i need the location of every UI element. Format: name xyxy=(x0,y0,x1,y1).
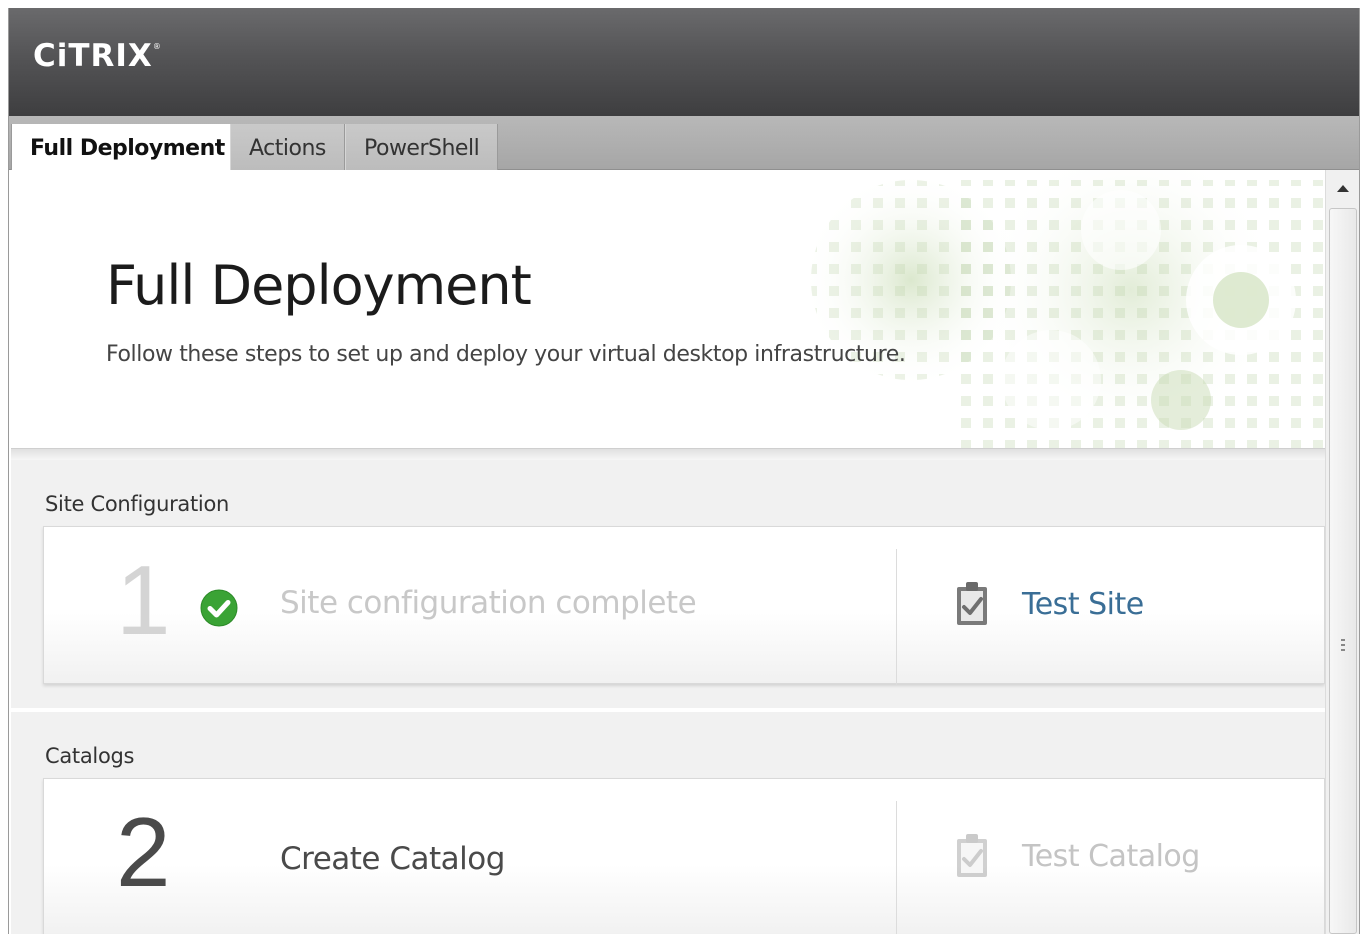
grip-icon xyxy=(1341,639,1345,651)
decorative-background-graphic xyxy=(801,170,1325,450)
step-number-2: 2 xyxy=(116,797,171,907)
clipboard-check-icon[interactable] xyxy=(954,581,990,627)
site-configuration-section: Site Configuration 1 Site configuration … xyxy=(11,460,1325,708)
citrix-logo: CiTRIX® xyxy=(33,38,162,74)
tab-powershell[interactable]: PowerShell xyxy=(345,124,499,170)
arrow-up-icon[interactable] xyxy=(1334,180,1352,196)
title-bar: CiTRIX® xyxy=(9,8,1359,116)
logo-registered-mark: ® xyxy=(152,42,162,51)
test-site-link[interactable]: Test Site xyxy=(1022,587,1144,622)
hero-divider xyxy=(11,448,1325,460)
card-separator xyxy=(896,801,897,934)
vertical-scrollbar[interactable] xyxy=(1325,170,1359,934)
tab-full-deployment[interactable]: Full Deployment xyxy=(11,124,244,171)
hero-banner: Full Deployment Follow these steps to se… xyxy=(11,170,1325,450)
section-label-site-configuration: Site Configuration xyxy=(45,492,230,516)
clipboard-check-icon xyxy=(957,834,987,877)
create-catalog-link[interactable]: Create Catalog xyxy=(280,841,505,877)
section-label-catalogs: Catalogs xyxy=(45,744,135,768)
page-subtitle: Follow these steps to set up and deploy … xyxy=(106,342,906,367)
step-number-1: 1 xyxy=(116,545,171,655)
test-catalog-link-disabled: Test Catalog xyxy=(1022,839,1200,874)
main-content: Full Deployment Follow these steps to se… xyxy=(11,170,1325,934)
site-configuration-card: 1 Site configuration complete Test Site xyxy=(43,526,1325,685)
scrollbar-thumb[interactable] xyxy=(1329,208,1357,934)
card-separator xyxy=(896,549,897,685)
catalogs-card: 2 Create Catalog Test Catalog xyxy=(43,778,1325,934)
catalogs-section: Catalogs 2 Create Catalog Test Catalog xyxy=(11,712,1325,934)
check-circle-icon xyxy=(200,589,238,627)
page-title: Full Deployment xyxy=(106,254,532,317)
tab-bar: Full Deployment Actions PowerShell xyxy=(9,116,1359,171)
app-window: CiTRIX® Full Deployment Actions PowerShe… xyxy=(8,8,1360,934)
logo-text: CiTRIX xyxy=(33,38,153,74)
step-status-text: Site configuration complete xyxy=(280,585,697,621)
tab-actions[interactable]: Actions xyxy=(230,124,345,170)
